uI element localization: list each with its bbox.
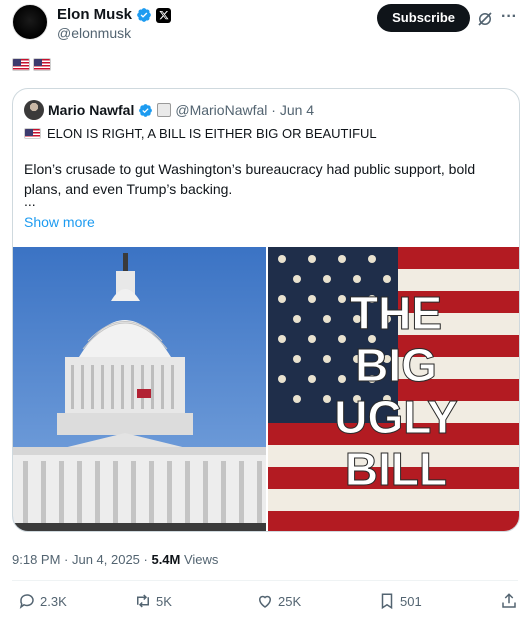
- image-text-line: BILL: [345, 443, 447, 495]
- quoted-avatar: [24, 100, 44, 120]
- us-flag-emoji: [33, 58, 51, 71]
- author-name-row: Elon Musk: [57, 6, 172, 24]
- big-ugly-bill-image[interactable]: THE BIG UGLY BILL: [268, 247, 519, 531]
- reply-count: 2.3K: [40, 593, 67, 609]
- quoted-post[interactable]: Mario Nawfal @MarioNawfal · Jun 4 ELON I…: [12, 88, 520, 532]
- share-button[interactable]: [500, 592, 518, 610]
- image-text-line: UGLY: [334, 391, 458, 443]
- timestamp-text[interactable]: 9:18 PM · Jun 4, 2025 ·: [12, 552, 151, 567]
- quoted-post-header: Mario Nawfal @MarioNawfal · Jun 4: [24, 100, 314, 120]
- author-handle[interactable]: @elonmusk: [57, 25, 131, 41]
- us-flag-emoji: [24, 128, 41, 139]
- show-more-link[interactable]: Show more: [24, 214, 95, 230]
- bookmark-button[interactable]: 501: [378, 592, 422, 610]
- repost-button[interactable]: 5K: [134, 592, 172, 610]
- quoted-headline: ELON IS RIGHT, A BILL IS EITHER BIG OR B…: [24, 126, 377, 141]
- image-text-line: THE: [350, 287, 442, 339]
- us-flag-emoji: [12, 58, 30, 71]
- share-icon: [502, 593, 516, 608]
- quoted-display-name: Mario Nawfal: [48, 102, 135, 118]
- quoted-body-text: Elon’s crusade to gut Washington’s burea…: [24, 161, 476, 197]
- quoted-headline-text: ELON IS RIGHT, A BILL IS EITHER BIG OR B…: [47, 126, 377, 141]
- more-options-icon[interactable]: ···: [500, 9, 518, 28]
- views-label: Views: [180, 552, 219, 567]
- repost-icon: [137, 594, 149, 608]
- post-timestamp: 9:18 PM · Jun 4, 2025 · 5.4M Views: [12, 552, 218, 567]
- verified-badge-icon: [137, 8, 151, 22]
- post-header: Elon Musk @elonmusk Subscribe ···: [12, 4, 518, 44]
- quoted-handle-date: @MarioNawfal · Jun 4: [175, 102, 315, 118]
- repost-count: 5K: [156, 593, 172, 609]
- affiliate-badge-icon: [157, 103, 172, 117]
- bookmark-icon: [381, 593, 393, 610]
- bookmark-count: 501: [400, 593, 422, 609]
- grok-icon[interactable]: [476, 10, 494, 28]
- reply-icon: [19, 594, 34, 609]
- views-count: 5.4M: [151, 552, 181, 567]
- x-logo-icon: [156, 7, 172, 23]
- like-count: 25K: [278, 593, 302, 609]
- divider: [12, 580, 518, 581]
- action-bar: 2.3K 5K 25K 501: [12, 592, 518, 616]
- post-text: [12, 58, 51, 71]
- quoted-media: THE BIG UGLY BILL: [13, 247, 519, 531]
- image-text-line: BIG: [355, 339, 437, 391]
- verified-badge-icon: [139, 103, 153, 117]
- avatar[interactable]: [12, 4, 48, 40]
- author-display-name[interactable]: Elon Musk: [57, 6, 132, 24]
- quoted-ellipsis: ...: [24, 193, 36, 209]
- like-button[interactable]: 25K: [256, 592, 301, 610]
- reply-button[interactable]: 2.3K: [18, 592, 67, 610]
- capitol-image[interactable]: [13, 247, 266, 531]
- subscribe-button[interactable]: Subscribe: [377, 4, 470, 32]
- heart-icon: [258, 595, 272, 608]
